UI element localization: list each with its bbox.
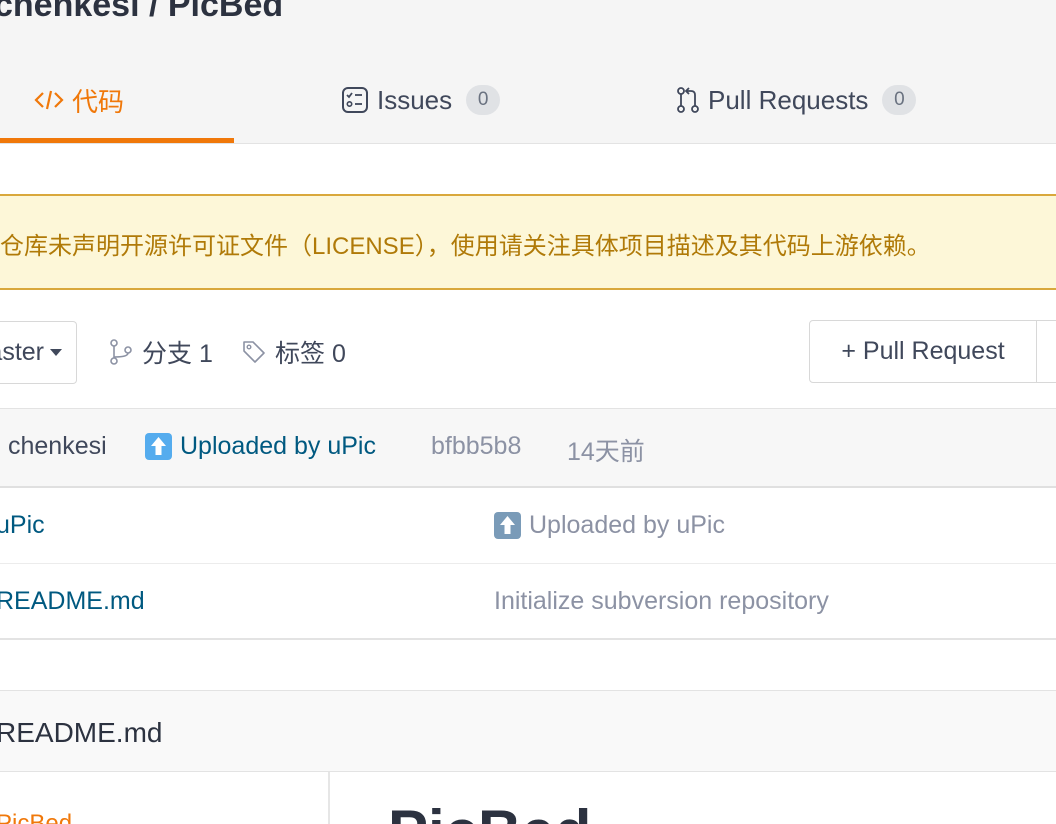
new-pull-request-button[interactable]: + Pull Request	[809, 320, 1037, 383]
license-warning-banner: 仓库未声明开源许可证文件（LICENSE），使用请关注具体项目描述及其代码上游依…	[0, 194, 1056, 290]
tab-issues[interactable]: Issues 0	[341, 76, 501, 124]
file-commit-message[interactable]: Uploaded by uPic	[494, 511, 725, 540]
toc-link[interactable]: PicBed	[0, 810, 72, 824]
latest-commit-bar: chenkesi Uploaded by uPic bfbb5b8 14天前	[0, 408, 1056, 488]
pull-request-icon	[677, 87, 699, 113]
code-icon	[34, 90, 64, 110]
license-warning-text: 仓库未声明开源许可证文件（LICENSE），使用请关注具体项目描述及其代码上游依…	[0, 233, 931, 260]
tab-pull-requests[interactable]: Pull Requests 0	[676, 76, 917, 124]
commit-time: 14天前	[567, 438, 645, 466]
file-commit-text: Initialize subversion repository	[494, 587, 829, 615]
branch-icon	[110, 339, 132, 365]
branch-select-label: master	[0, 338, 44, 366]
commit-author[interactable]: chenkesi	[8, 432, 107, 461]
toolbar-next-button[interactable]	[1036, 320, 1056, 383]
active-tab-underline	[0, 138, 234, 143]
readme-header: README.md	[0, 690, 1056, 772]
repo-header: chenkesi / PicBed 代码 Issues 0 Pull Reque…	[0, 0, 1056, 144]
file-row: uPic Uploaded by uPic	[0, 488, 1056, 564]
commit-message-text: Uploaded by uPic	[180, 432, 376, 460]
tab-pull-requests-label: Pull Requests	[708, 84, 869, 115]
file-commit-message[interactable]: Initialize subversion repository	[494, 587, 829, 616]
branch-select[interactable]: master	[0, 321, 77, 384]
issues-count-badge: 0	[466, 85, 501, 115]
up-arrow-icon	[145, 433, 172, 460]
readme-heading: PicBed	[388, 802, 591, 824]
caret-down-icon	[50, 349, 62, 356]
branches-link[interactable]: 分支 1	[108, 334, 213, 370]
pull-requests-count-badge: 0	[882, 85, 917, 115]
up-arrow-icon	[494, 512, 521, 539]
tags-link[interactable]: 标签 0	[241, 334, 346, 370]
branches-label: 分支 1	[142, 340, 213, 368]
issues-icon	[342, 87, 368, 113]
tab-issues-label: Issues	[377, 84, 453, 115]
file-commit-text: Uploaded by uPic	[529, 511, 725, 539]
readme-toc: PicBed	[0, 772, 330, 824]
file-row: README.md Initialize subversion reposito…	[0, 564, 1056, 640]
tag-icon	[243, 341, 265, 363]
readme-title: README.md	[0, 717, 163, 748]
file-name-link[interactable]: uPic	[0, 511, 45, 540]
repo-page: chenkesi / PicBed 代码 Issues 0 Pull Reque…	[0, 0, 1056, 824]
repo-title[interactable]: chenkesi / PicBed	[0, 0, 283, 25]
file-name-link[interactable]: README.md	[0, 587, 145, 616]
commit-message[interactable]: Uploaded by uPic	[145, 432, 376, 461]
commit-hash[interactable]: bfbb5b8	[431, 432, 521, 461]
readme-body: PicBed PicBed	[0, 772, 1056, 824]
tab-code-label: 代码	[72, 86, 125, 117]
tags-label: 标签 0	[275, 340, 346, 368]
tab-code[interactable]: 代码	[34, 76, 124, 124]
